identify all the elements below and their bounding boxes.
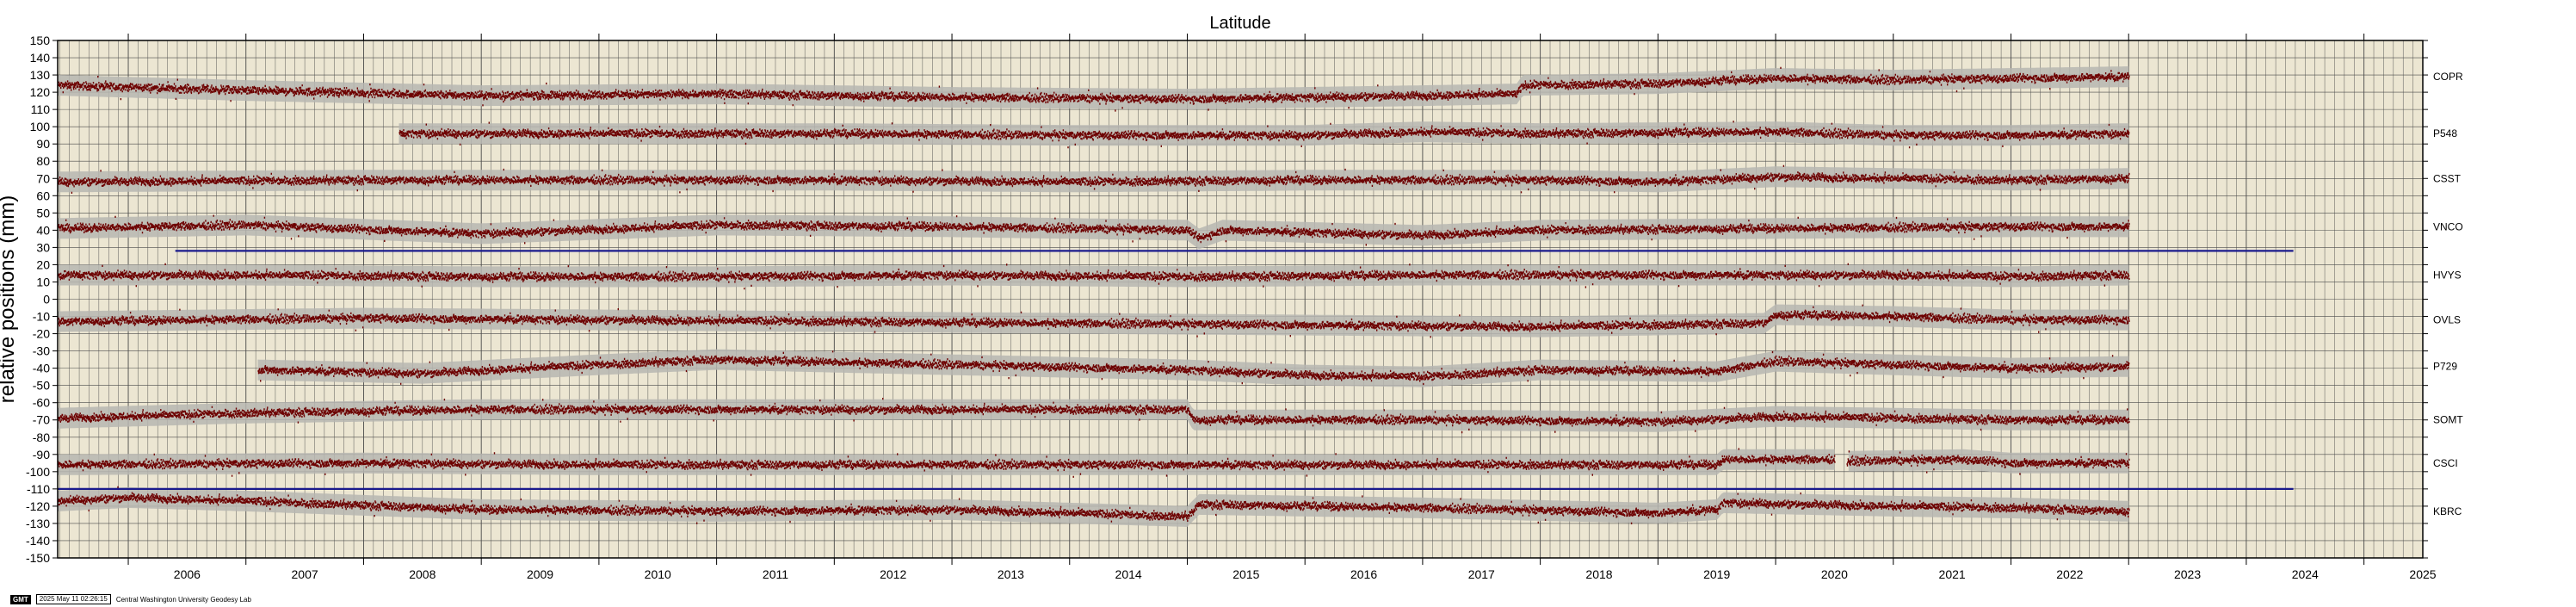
gmt-logo: GMT bbox=[10, 594, 31, 604]
station-label-p729: P729 bbox=[2433, 361, 2457, 373]
x-tick-label: 2011 bbox=[763, 567, 788, 581]
y-tick-label: 50 bbox=[36, 206, 50, 220]
y-tick-label: 120 bbox=[30, 85, 51, 99]
station-label-somt: SOMT bbox=[2433, 414, 2463, 426]
x-tick-label: 2016 bbox=[1350, 567, 1377, 581]
y-tick-label: 40 bbox=[36, 223, 50, 237]
x-tick-label: 2025 bbox=[2409, 567, 2436, 581]
y-tick-label: -20 bbox=[33, 327, 50, 341]
y-tick-label: -80 bbox=[33, 430, 50, 444]
x-tick-label: 2018 bbox=[1585, 567, 1612, 581]
y-tick-label: -10 bbox=[33, 310, 50, 324]
station-labels: COPR P548 CSST VNCO HVYS OVLS P729 SOMT CSCI KBRC bbox=[2433, 71, 2463, 517]
y-tick-label: -60 bbox=[33, 396, 50, 410]
y-tick-label: 90 bbox=[36, 137, 50, 151]
y-tick-label: 130 bbox=[30, 68, 51, 82]
x-tick-label: 2021 bbox=[1939, 567, 1966, 581]
y-tick-label: 60 bbox=[36, 189, 50, 202]
x-tick-label: 2020 bbox=[1821, 567, 1848, 581]
y-tick-label: -110 bbox=[27, 482, 50, 496]
y-tick-label: 0 bbox=[43, 293, 50, 307]
y-tick-label: -40 bbox=[33, 362, 50, 375]
x-tick-label: 2017 bbox=[1468, 567, 1495, 581]
x-tick-label: 2022 bbox=[2056, 567, 2083, 581]
station-label-csst: CSST bbox=[2433, 172, 2462, 184]
footer-credit: Central Washington University Geodesy La… bbox=[115, 595, 251, 604]
x-tick-label: 2009 bbox=[527, 567, 553, 581]
y-tick-label: 100 bbox=[30, 120, 51, 133]
y-tick-label: -50 bbox=[33, 379, 50, 393]
y-tick-label: -90 bbox=[33, 448, 50, 461]
y-tick-label: -130 bbox=[26, 517, 50, 530]
y-tick-label: 10 bbox=[36, 275, 50, 288]
station-label-copr: COPR bbox=[2433, 71, 2463, 83]
y-axis-label: relative positions (mm) bbox=[0, 195, 19, 403]
x-tick-label: 2007 bbox=[292, 567, 318, 581]
y-tick-label: 70 bbox=[36, 171, 50, 185]
x-tick-label: 2019 bbox=[1703, 567, 1730, 581]
station-label-kbrc: KBRC bbox=[2433, 505, 2462, 517]
y-tick-label: 20 bbox=[36, 257, 50, 271]
station-label-vnco: VNCO bbox=[2433, 220, 2463, 232]
station-label-csci: CSCI bbox=[2433, 457, 2458, 469]
y-tick-label: 80 bbox=[36, 154, 50, 168]
footer-timestamp: 2025 May 11 02:26:15 bbox=[35, 594, 111, 604]
y-tick-label: 140 bbox=[30, 51, 51, 65]
y-tick-label: -100 bbox=[26, 465, 50, 479]
y-tick-label: -120 bbox=[26, 499, 50, 513]
y-tick-label: 110 bbox=[31, 102, 51, 116]
station-label-hvys: HVYS bbox=[2433, 269, 2462, 281]
y-tick-label: -140 bbox=[26, 534, 50, 548]
x-tick-label: 2024 bbox=[2292, 567, 2319, 581]
latitude-chart: 1501401301201101009080706050403020100-10… bbox=[0, 14, 2463, 581]
station-label-p548: P548 bbox=[2433, 127, 2457, 139]
y-tick-label: 150 bbox=[30, 34, 51, 47]
x-tick-label: 2008 bbox=[409, 567, 436, 581]
chart-title: Latitude bbox=[1209, 14, 1270, 33]
x-tick-label: 2006 bbox=[174, 567, 201, 581]
x-tick-label: 2010 bbox=[645, 567, 671, 581]
station-label-ovls: OVLS bbox=[2433, 314, 2461, 326]
y-tick-label: -150 bbox=[26, 551, 50, 565]
y-tick-label: 30 bbox=[36, 240, 50, 254]
x-tick-label: 2023 bbox=[2174, 567, 2201, 581]
x-tick-label: 2012 bbox=[880, 567, 906, 581]
x-tick-label: 2014 bbox=[1115, 567, 1142, 581]
footer: GMT 2025 May 11 02:26:15 Central Washing… bbox=[10, 594, 251, 604]
y-tick-label: -30 bbox=[33, 344, 50, 358]
x-tick-label: 2013 bbox=[998, 567, 1024, 581]
y-tick-label: -70 bbox=[33, 413, 50, 427]
x-tick-label: 2015 bbox=[1232, 567, 1259, 581]
